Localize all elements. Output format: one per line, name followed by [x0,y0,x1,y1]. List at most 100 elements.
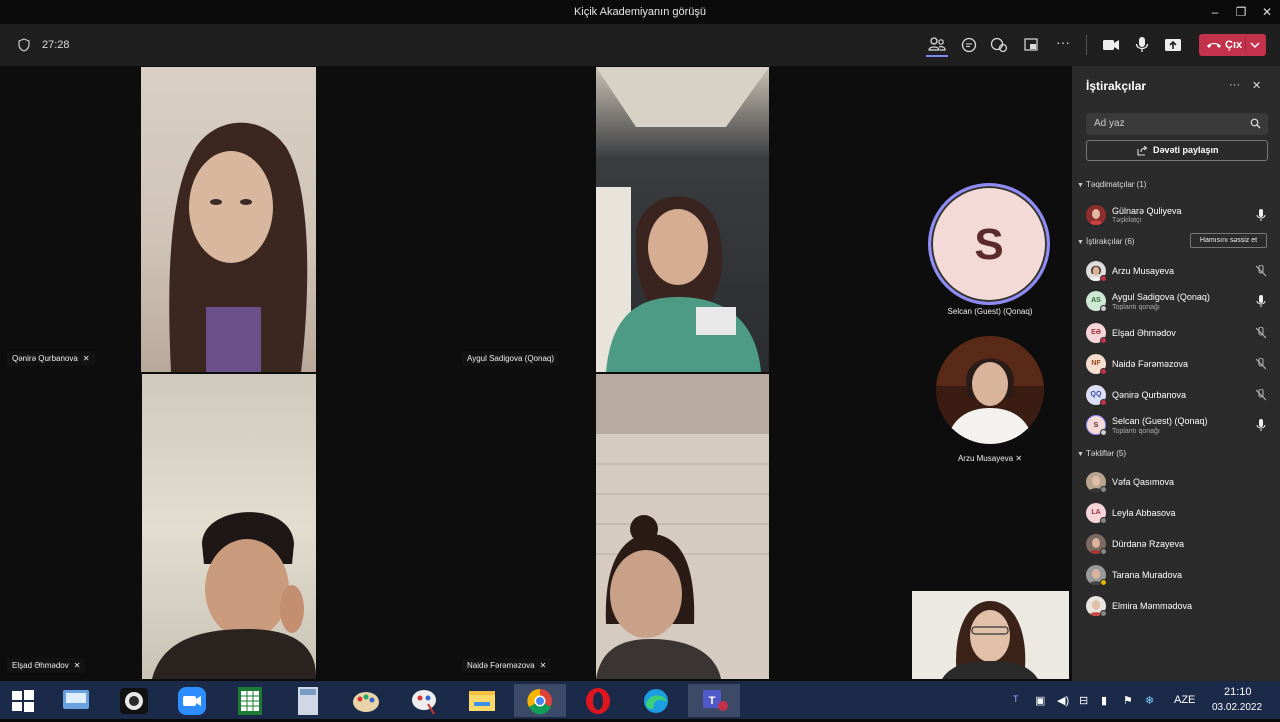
selcan-initial: S [974,220,1004,269]
participant-role: Toplantı qonağı [1112,428,1160,435]
participant-name: Gülnarə Quliyeva [1112,206,1182,216]
status-dot [1100,610,1107,617]
participant-photo [936,336,1044,444]
file-explorer-icon[interactable] [456,684,508,717]
chevron-down-icon[interactable] [1250,41,1260,49]
microphone-icon[interactable] [1131,35,1153,55]
section-suggestions-label: Təkliflər (5) [1086,449,1127,458]
participant-row[interactable]: Arzu Musayeva [1086,261,1276,283]
arzu-caption: Arzu Musayeva ✕ [940,454,1040,463]
share-screen-icon[interactable] [1162,35,1184,55]
volume-icon[interactable]: ◀) [1057,694,1069,707]
suggestion-row[interactable]: Elmira Məmmədova [1086,596,1276,618]
battery-icon[interactable]: ▮ [1101,694,1107,707]
opera-icon[interactable] [572,684,624,717]
window-title: Kiçik Akademiyanın görüşü [573,6,707,18]
participant-role: Toplantı qonağı [1112,304,1160,311]
microphone-icon [1256,209,1266,221]
participant-row[interactable]: S Selcan (Guest) (Qonaq) Toplantı qonağı [1086,415,1276,437]
video-tile-qenire[interactable] [141,67,316,372]
calculator-icon[interactable] [224,684,276,717]
participant-name: Vəfa Qasımova [1112,477,1175,487]
share-invite-button[interactable]: Dəvəti paylaşın [1086,140,1268,161]
participant-name: Elşad Əhmədov [1112,328,1176,338]
status-dot [1100,548,1107,555]
participant-name: Dürdanə Rzayeva [1112,539,1185,549]
name-tag-label: Naidə Fərəməzova [467,661,535,670]
more-icon[interactable]: ··· [1052,34,1074,54]
mic-off-icon [1256,265,1266,277]
leave-button[interactable]: Çıx [1199,34,1266,56]
status-dot [1100,517,1107,524]
status-dot [1100,275,1107,282]
status-dot [1100,368,1107,375]
participant-name: Aygul Sadigova (Qonaq) [1112,292,1210,302]
keyboard-app-icon[interactable] [50,684,102,717]
suggestion-row[interactable]: Vəfa Qasımova [1086,472,1276,494]
shield-icon [18,38,30,52]
camera-app-icon[interactable] [108,684,160,717]
chat-icon[interactable] [958,35,980,55]
mic-muted-icon: ✕ [73,661,81,670]
snow-icon[interactable]: ❄ [1145,694,1154,707]
participant-row[interactable]: Gülnarə Quliyeva Təşkilatçı [1086,205,1276,227]
teams-icon[interactable]: T [688,684,740,717]
suggestion-row[interactable]: LA Leyla Abbasova [1086,503,1276,525]
participant-name: Qənirə Qurbanova [1112,390,1187,400]
section-attendees[interactable]: ▼ İştirakçılar (6) [1077,237,1134,246]
chrome-icon[interactable] [514,684,566,717]
section-suggestions[interactable]: ▼ Təkliflər (5) [1077,449,1126,458]
video-tile-elshad[interactable] [142,374,316,679]
microphone-icon [1256,419,1266,431]
taskbar: T T ▣ ◀) ⊟ ▮ ⚑ ❄ AZE 21:10 03.02.2022 [0,681,1280,719]
search-input[interactable]: Ad yaz [1086,113,1268,135]
mute-all-button[interactable]: Hamısını səssiz et [1190,233,1267,248]
mic-off-icon [1256,389,1266,401]
mic-muted-icon: ✕ [82,354,90,363]
participant-row[interactable]: EƏ Elşad Əhmədov [1086,323,1276,345]
leave-separator [1245,37,1246,53]
zoom-icon[interactable] [166,684,218,717]
flag-icon[interactable]: ⚑ [1123,694,1133,707]
edge-icon[interactable] [630,684,682,717]
share-tray-icon[interactable] [1020,35,1042,55]
name-tag-label: Aygul Sadigova (Qonaq) [467,354,555,363]
hang-up-icon [1207,43,1221,48]
participant-row[interactable]: QQ Qənirə Qurbanova [1086,385,1276,407]
camera-tray-icon[interactable]: ▣ [1035,694,1045,707]
reactions-icon[interactable] [988,35,1010,55]
people-icon[interactable] [926,35,948,55]
start-icon[interactable] [11,689,35,713]
video-tile-aygul[interactable] [596,67,769,372]
suggestion-row[interactable]: Tarana Muradova [1086,565,1276,587]
participant-row[interactable]: AS Aygul Sadigova (Qonaq) Toplantı qonağ… [1086,291,1276,313]
search-icon [1250,118,1261,129]
clock-date[interactable]: 03.02.2022 [1212,702,1262,713]
selcan-avatar[interactable]: S [928,183,1050,305]
paint2-icon[interactable] [398,684,450,717]
mic-muted-icon: ✕ [539,661,547,670]
name-tag: Qənirə Qurbanova ✕ [7,351,95,366]
participant-name: Selcan (Guest) (Qonaq) [1112,416,1208,426]
paint-icon[interactable] [340,684,392,717]
clock-time[interactable]: 21:10 [1224,686,1252,698]
network-icon[interactable]: ⊟ [1079,694,1088,707]
section-presenters[interactable]: ▼ Təqdimatçılar (1) [1077,180,1146,189]
search-placeholder: Ad yaz [1094,118,1125,129]
status-dot [1100,399,1107,406]
video-tile-naide[interactable] [596,374,769,679]
meeting-toolbar: 27:28 ··· Çıx [0,24,1280,66]
active-tab-indicator [926,55,948,57]
participant-row[interactable]: NF Naidə Fərəməzova [1086,354,1276,376]
close-panel-icon[interactable]: ✕ [1252,79,1261,92]
self-view[interactable] [912,591,1069,679]
teams-tray-icon[interactable]: T [1013,694,1019,704]
language-indicator[interactable]: AZE [1174,694,1195,706]
close-window-button[interactable]: ✕ [1252,3,1280,21]
svg-text:T: T [709,695,716,707]
calc-app-icon[interactable] [282,684,334,717]
more-options-icon[interactable]: ··· [1229,79,1240,91]
camera-icon[interactable] [1100,35,1122,55]
arzu-avatar[interactable] [936,336,1044,444]
suggestion-row[interactable]: Dürdanə Rzayeva [1086,534,1276,556]
